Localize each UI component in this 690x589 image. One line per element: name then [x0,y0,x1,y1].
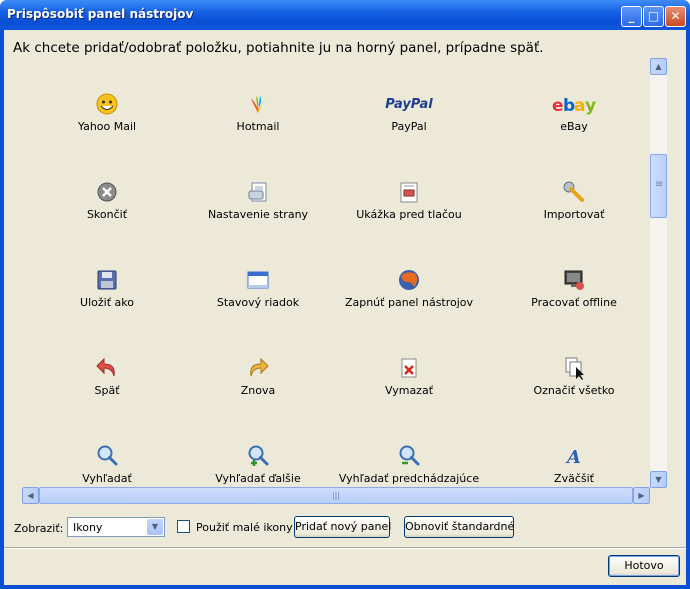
paypal-logo-text: PayPal [385,97,433,112]
horizontal-scroll-thumb[interactable]: ||| [39,487,633,504]
scroll-down-button[interactable]: ▼ [650,471,667,488]
status-bar-icon [247,271,269,289]
ebay-letter-y: y [585,96,596,116]
item-delete[interactable]: Vymazať [334,355,484,397]
item-label: PayPal [391,120,427,133]
item-label: Vyhľadať [82,472,132,485]
item-select-all[interactable]: Označiť všetko [499,355,649,397]
item-label: Znova [240,384,276,397]
zoom-letter: A [565,447,581,468]
item-save-as[interactable]: Uložiť ako [32,267,182,309]
vertical-scrollbar[interactable]: ▲ ≡ ▼ [650,58,667,488]
find-next-icon [248,445,269,466]
chevron-down-icon[interactable]: ▼ [147,519,163,535]
item-label: Yahoo Mail [77,120,137,133]
item-find-previous[interactable]: Vyhľadať predchádzajúce [334,443,484,485]
zoom-in-text-icon: A [565,447,581,468]
close-button[interactable]: ✕ [665,6,686,27]
item-label: eBay [560,120,588,133]
item-undo[interactable]: Späť [32,355,182,397]
item-label: Pracovať offline [531,296,617,309]
save-as-icon [97,270,117,290]
options-row: Zobraziť: Ikony ▼ Použiť malé ikony Prid… [4,514,686,544]
item-redo[interactable]: Znova [183,355,333,397]
item-label: Vyhľadať ďalšie [215,472,301,485]
import-wrench-icon [563,181,584,202]
undo-icon [96,357,115,377]
item-paypal[interactable]: PayPal PayPal [334,91,484,133]
small-icons-label[interactable]: Použiť malé ikony [196,521,293,534]
item-ebay[interactable]: e b a y eBay [499,91,649,133]
scroll-right-button[interactable]: ▶ [633,487,650,504]
instruction-text: Ak chcete pridať/odobrať položku, potiah… [13,40,544,56]
hotmail-icon [251,96,265,113]
scroll-up-button[interactable]: ▲ [650,58,667,75]
small-icons-checkbox[interactable] [177,520,190,533]
item-label: Vymazať [384,384,434,397]
window-title: Prispôsobiť panel nástrojov [7,7,194,21]
scroll-left-button[interactable]: ◀ [22,487,39,504]
work-offline-icon [564,270,584,290]
paypal-icon: PayPal [385,97,433,112]
item-label: Späť [94,384,120,397]
toolbar-toggle-icon [399,270,419,290]
item-label: Vyhľadať predchádzajúce [338,472,480,485]
ebay-letter-a: a [574,96,585,116]
restore-default-button[interactable]: Obnoviť štandardné [404,516,514,538]
redo-icon [250,357,269,377]
item-label: Ukážka pred tlačou [356,208,462,221]
item-page-setup[interactable]: Nastavenie strany [183,179,333,221]
maximize-button[interactable]: □ [643,6,664,27]
item-find-next[interactable]: Vyhľadať ďalšie [183,443,333,485]
done-button[interactable]: Hotovo [608,555,680,577]
item-exit[interactable]: Skončiť [32,179,182,221]
show-label: Zobraziť: [14,522,64,535]
item-print-preview[interactable]: Ukážka pred tlačou [334,179,484,221]
customize-toolbar-window: Prispôsobiť panel nástrojov _ □ ✕ Ak chc… [0,0,690,589]
dialog-body: Ak chcete pridať/odobrať položku, potiah… [4,30,686,585]
item-import[interactable]: Importovať [499,179,649,221]
find-icon [97,445,118,466]
item-work-offline[interactable]: Pracovať offline [499,267,649,309]
item-hotmail[interactable]: Hotmail [183,91,333,133]
item-label: Uložiť ako [80,296,134,309]
add-new-panel-button[interactable]: Pridať nový panel [294,516,391,538]
item-label: Zapnúť panel nástrojov [344,296,474,309]
item-label: Stavový riadok [216,296,300,309]
item-label: Skončiť [86,208,128,221]
ebay-letter-e: e [552,96,564,116]
minimize-button[interactable]: _ [621,6,642,27]
show-dropdown-value: Ikony [73,521,103,534]
item-find[interactable]: Vyhľadať [32,443,182,485]
item-toolbar-toggle[interactable]: Zapnúť panel nástrojov [334,267,484,309]
horizontal-scrollbar[interactable]: ◀ ||| ▶ [22,487,650,504]
item-label: Importovať [543,208,605,221]
item-status-bar[interactable]: Stavový riadok [183,267,333,309]
title-bar[interactable]: Prispôsobiť panel nástrojov _ □ ✕ [0,0,690,30]
exit-icon [97,182,117,202]
item-label: Nastavenie strany [207,208,309,221]
footer-separator [4,547,686,549]
show-dropdown[interactable]: Ikony ▼ [67,517,165,537]
item-zoom-in[interactable]: A Zväčšiť [499,443,649,485]
toolbar-items-grid: Yahoo Mail Hotmail PayPal PayPal e b a y… [21,58,650,488]
ebay-icon: e b a y [552,96,596,116]
vertical-scroll-thumb[interactable]: ≡ [650,154,667,218]
item-label: Zväčšiť [554,472,594,485]
find-previous-icon [399,445,420,466]
page-setup-icon [248,182,267,202]
item-yahoo-mail[interactable]: Yahoo Mail [32,91,182,133]
item-label: Označiť všetko [533,384,615,397]
print-preview-icon [400,182,418,203]
vertical-grip-icon: ≡ [655,179,664,190]
select-all-icon [565,357,584,380]
item-label: Hotmail [236,120,280,133]
delete-icon [401,358,417,378]
yahoo-mail-icon [96,93,118,115]
